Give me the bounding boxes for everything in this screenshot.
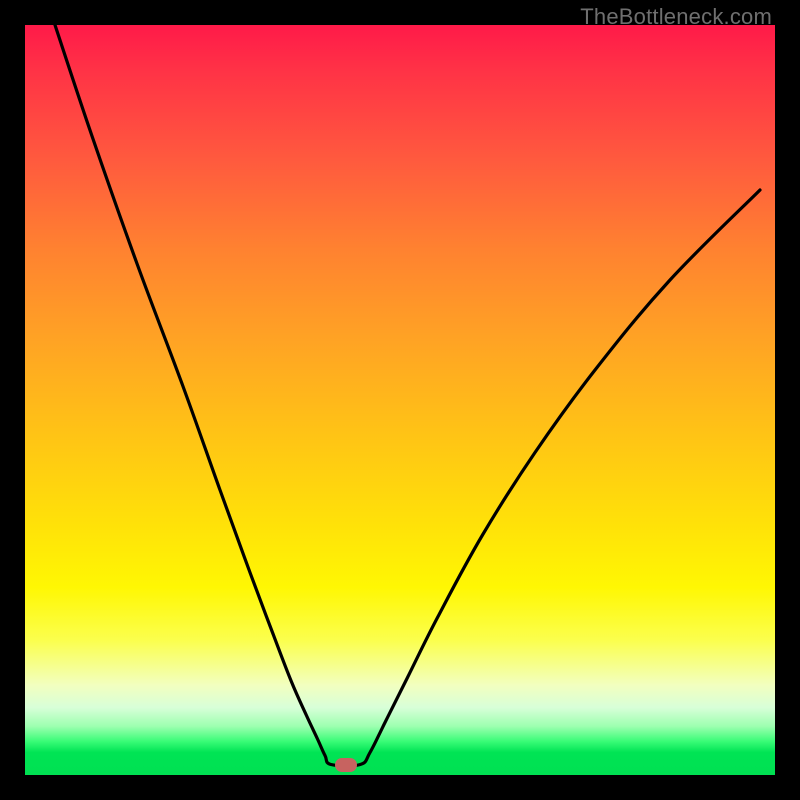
bottleneck-curve bbox=[25, 25, 775, 775]
optimal-marker bbox=[335, 758, 357, 772]
plot-area bbox=[25, 25, 775, 775]
chart-frame: TheBottleneck.com bbox=[0, 0, 800, 800]
